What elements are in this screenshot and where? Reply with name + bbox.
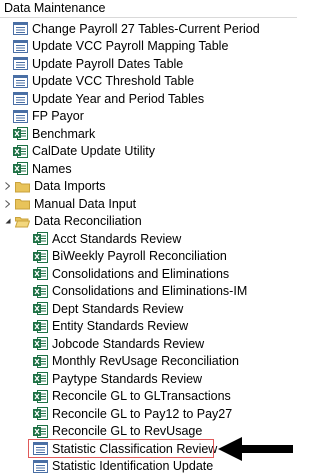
excel-icon [33, 372, 48, 385]
tree-item[interactable]: Statistic Identification Update [0, 458, 297, 475]
folder-label: Data Imports [34, 178, 106, 194]
tree-item-label: Reconcile GL to GLTransactions [52, 388, 231, 404]
tree-item-label: Update VCC Payroll Mapping Table [32, 38, 228, 54]
tree-item[interactable]: Consolidations and Eliminations-IM [0, 283, 297, 301]
folder-icon [15, 180, 30, 193]
tree-item-label: FP Payor [32, 108, 84, 124]
tree-item[interactable]: Reconcile GL to RevUsage [0, 423, 297, 441]
tree-item-label: Reconcile GL to RevUsage [52, 423, 202, 439]
form-icon [13, 92, 28, 105]
tree-item[interactable]: Names [0, 160, 297, 178]
excel-icon [13, 145, 28, 158]
tree-item-label: Update VCC Threshold Table [32, 73, 194, 89]
chevron-down-icon[interactable] [3, 215, 12, 227]
excel-icon [13, 127, 28, 140]
tree-item[interactable]: Reconcile GL to GLTransactions [0, 388, 297, 406]
tree-item[interactable]: Paytype Standards Review [0, 370, 297, 388]
tree-item-label: Paytype Standards Review [52, 371, 202, 387]
excel-icon [33, 407, 48, 420]
excel-icon [33, 285, 48, 298]
excel-icon [33, 390, 48, 403]
tree-item[interactable]: BiWeekly Payroll Reconciliation [0, 248, 297, 266]
excel-icon [13, 162, 28, 175]
folder-manual-data-input[interactable]: Manual Data Input [0, 195, 297, 213]
form-icon [13, 22, 28, 35]
tree-item-label: Jobcode Standards Review [52, 336, 204, 352]
tree-item[interactable]: Jobcode Standards Review [0, 335, 297, 353]
excel-icon [33, 267, 48, 280]
tree-item-label: Acct Standards Review [52, 231, 181, 247]
tree-item[interactable]: Dept Standards Review [0, 300, 297, 318]
tree-item[interactable]: Update VCC Payroll Mapping Table [0, 38, 297, 56]
panel-header: Data Maintenance [0, 0, 297, 18]
excel-icon [33, 320, 48, 333]
tree-item-label: Statistic Classification Review [52, 441, 217, 457]
form-icon [13, 75, 28, 88]
tree-item[interactable]: Monthly RevUsage Reconciliation [0, 353, 297, 371]
tree-item-label: Consolidations and Eliminations [52, 266, 229, 282]
form-icon [33, 442, 48, 455]
form-icon [33, 460, 48, 473]
excel-icon [33, 337, 48, 350]
tree-item[interactable]: FP Payor [0, 108, 297, 126]
tree-item[interactable]: Entity Standards Review [0, 318, 297, 336]
tree-item[interactable]: Change Payroll 27 Tables-Current Period [0, 20, 297, 38]
form-icon [13, 57, 28, 70]
excel-icon [33, 232, 48, 245]
tree-item-label: CalDate Update Utility [32, 143, 155, 159]
tree-item[interactable]: Update VCC Threshold Table [0, 73, 297, 91]
tree-item-label: BiWeekly Payroll Reconciliation [52, 248, 227, 264]
folder-label: Data Reconciliation [34, 213, 142, 229]
folder-open-icon [15, 215, 30, 228]
tree-item[interactable]: Update Payroll Dates Table [0, 55, 297, 73]
tree-item-label: Reconcile GL to Pay12 to Pay27 [52, 406, 232, 422]
folder-label: Manual Data Input [34, 196, 136, 212]
excel-icon [33, 425, 48, 438]
tree-item[interactable]: Consolidations and Eliminations [0, 265, 297, 283]
tree-item[interactable]: Benchmark [0, 125, 297, 143]
tree-item[interactable]: Acct Standards Review [0, 230, 297, 248]
excel-icon [33, 302, 48, 315]
tree-item-label: Consolidations and Eliminations-IM [52, 283, 247, 299]
tree-item-label: Monthly RevUsage Reconciliation [52, 353, 239, 369]
tree-item-label: Update Year and Period Tables [32, 91, 204, 107]
chevron-right-icon[interactable] [3, 198, 12, 210]
excel-icon [33, 355, 48, 368]
report-tree: Change Payroll 27 Tables-Current Period … [0, 20, 297, 475]
tree-item-label: Names [32, 161, 72, 177]
folder-data-imports[interactable]: Data Imports [0, 178, 297, 196]
tree-item-label: Change Payroll 27 Tables-Current Period [32, 21, 260, 37]
tree-item-label: Update Payroll Dates Table [32, 56, 183, 72]
folder-icon [15, 197, 30, 210]
form-icon [13, 40, 28, 53]
tree-item[interactable]: CalDate Update Utility [0, 143, 297, 161]
form-icon [13, 110, 28, 123]
tree-item-label: Dept Standards Review [52, 301, 183, 317]
excel-icon [33, 250, 48, 263]
folder-data-reconciliation[interactable]: Data Reconciliation [0, 213, 297, 231]
tree-item-label: Benchmark [32, 126, 95, 142]
tree-item[interactable]: Reconcile GL to Pay12 to Pay27 [0, 405, 297, 423]
panel-title: Data Maintenance [4, 1, 105, 15]
tree-item[interactable]: Update Year and Period Tables [0, 90, 297, 108]
chevron-right-icon[interactable] [3, 180, 12, 192]
tree-item-label: Statistic Identification Update [52, 458, 213, 474]
tree-item-label: Entity Standards Review [52, 318, 188, 334]
